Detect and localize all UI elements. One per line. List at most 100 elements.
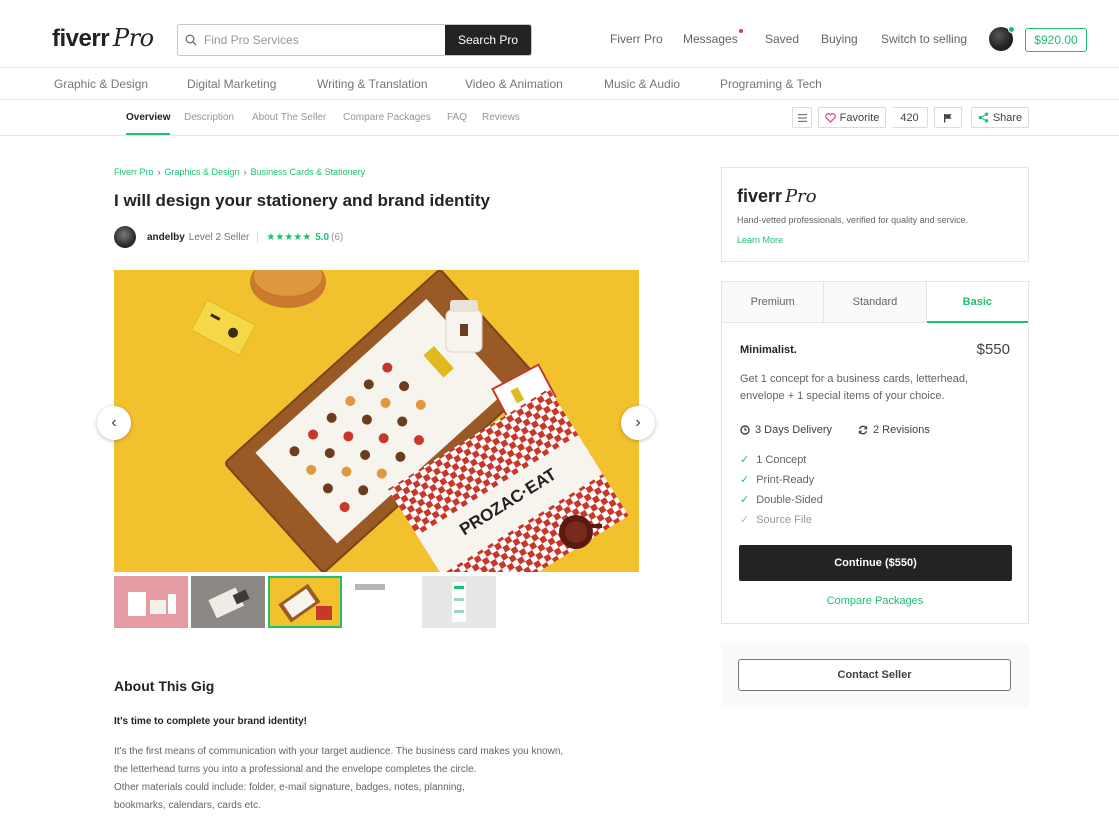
feature-label: Print-Ready [756, 473, 815, 486]
seller-avatar[interactable] [114, 226, 136, 248]
search-bar: Search Pro [177, 24, 532, 56]
pro-card-logo-pro: Pro [785, 186, 817, 207]
tab-about-seller[interactable]: About The Seller [252, 112, 326, 123]
category-graphic-design[interactable]: Graphic & Design [54, 77, 148, 91]
category-video-animation[interactable]: Video & Animation [465, 77, 563, 91]
revisions-count: 2 Revisions [858, 424, 930, 436]
gallery-thumbnail[interactable] [345, 576, 419, 628]
package-panel: Premium Standard Basic Minimalist. $550 … [721, 281, 1029, 624]
tab-compare-packages[interactable]: Compare Packages [343, 112, 431, 123]
gallery-thumbnail[interactable] [191, 576, 265, 628]
category-programming-tech[interactable]: Programing & Tech [720, 77, 822, 91]
favorite-label: Favorite [839, 111, 880, 124]
tab-standard[interactable]: Standard [824, 282, 927, 322]
gallery-thumbnail[interactable] [114, 576, 188, 628]
share-label: Share [992, 111, 1023, 124]
revisions-label: 2 Revisions [873, 424, 930, 436]
nav-switch-to-selling[interactable]: Switch to selling [881, 32, 967, 46]
refresh-icon [858, 425, 868, 435]
contact-seller-button[interactable]: Contact Seller [738, 659, 1011, 691]
check-icon: ✓ [740, 474, 750, 486]
user-avatar[interactable] [989, 26, 1015, 51]
nav-messages[interactable]: Messages [683, 29, 743, 46]
nav-fiverr-pro[interactable]: Fiverr Pro [610, 32, 663, 46]
check-icon: ✓ [740, 494, 750, 506]
report-button[interactable] [934, 107, 962, 128]
tab-faq[interactable]: FAQ [447, 112, 467, 123]
rating-stars: ★★★★★ [266, 231, 312, 243]
gig-title: I will design your stationery and brand … [114, 191, 490, 210]
logo-text: fiverr [52, 25, 110, 52]
chevron-right-icon: › [157, 167, 161, 177]
unread-dot [738, 29, 743, 33]
feature-item: ✓ 1 Concept [740, 453, 807, 467]
share-icon [978, 112, 989, 123]
share-button[interactable]: Share [971, 107, 1029, 128]
gallery-thumbnails [114, 576, 496, 628]
tab-description[interactable]: Description [184, 112, 234, 123]
continue-button[interactable]: Continue ($550) [739, 545, 1012, 581]
about-gig-subtitle: It's time to complete your brand identit… [114, 716, 307, 727]
favorite-button[interactable]: Favorite [818, 107, 886, 128]
fiverr-pro-logo[interactable]: fiverr Pro [52, 24, 154, 53]
balance-badge[interactable]: $920.00 [1025, 28, 1087, 52]
package-description-line: Get 1 concept for a business cards, lett… [740, 373, 969, 385]
flag-icon [944, 113, 952, 122]
logo-pro-text: Pro [113, 24, 154, 52]
nav-messages-label: Messages [683, 32, 738, 46]
compare-packages-link[interactable]: Compare Packages [722, 595, 1028, 607]
gig-gallery-main-image: PROZAC·EAT [114, 270, 639, 572]
stationery-mockup-illustration: PROZAC·EAT [114, 270, 639, 572]
tab-overview[interactable]: Overview [126, 112, 171, 135]
breadcrumb-business-cards[interactable]: Business Cards & Stationery [251, 167, 366, 177]
menu-button[interactable] [792, 107, 812, 128]
description-line: bookmarks, calendars, cards etc. [114, 800, 261, 811]
pro-card-logo-text: fiverr [737, 186, 783, 206]
seller-name[interactable]: andelby [147, 232, 185, 243]
package-name: Minimalist. [740, 344, 797, 356]
feature-label: 1 Concept [756, 453, 807, 466]
chevron-left-icon: ‹ [111, 414, 117, 431]
tab-basic[interactable]: Basic [926, 282, 1029, 323]
category-music-audio[interactable]: Music & Audio [604, 77, 680, 91]
divider [257, 231, 259, 243]
search-icon [178, 25, 204, 55]
feature-item: ✓ Double-Sided [740, 493, 823, 507]
feature-item: ✓ Print-Ready [740, 473, 815, 487]
nav-buying[interactable]: Buying [821, 32, 858, 46]
search-pro-button[interactable]: Search Pro [445, 25, 531, 55]
package-tabs: Premium Standard Basic [722, 282, 1029, 323]
nav-saved[interactable]: Saved [765, 32, 799, 46]
package-description-line: envelope + 1 special items of your choic… [740, 390, 945, 402]
chevron-right-icon: › [243, 167, 247, 177]
gallery-next-button[interactable]: › [621, 406, 655, 440]
check-icon: ✓ [740, 454, 750, 466]
hamburger-icon [797, 113, 807, 122]
search-input[interactable] [204, 25, 445, 55]
description-line: It's the first means of communication wi… [114, 746, 564, 757]
feature-label: Source File [756, 513, 812, 526]
seller-level: Level 2 Seller [188, 231, 250, 243]
description-line: the letterhead turns you into a professi… [114, 764, 477, 775]
gallery-prev-button[interactable]: ‹ [97, 406, 131, 440]
delivery-time: 3 Days Delivery [740, 424, 832, 436]
learn-more-link[interactable]: Learn More [737, 235, 783, 245]
pro-card-description: Hand-vetted professionals, verified for … [737, 215, 969, 225]
tab-premium[interactable]: Premium [722, 282, 825, 322]
clock-icon [740, 425, 750, 435]
contact-seller-panel: Contact Seller [721, 643, 1029, 707]
top-header: fiverr Pro Search Pro Fiverr Pro Message… [0, 0, 1119, 68]
rating-count[interactable]: (6) [331, 232, 343, 243]
online-status-dot [1008, 26, 1015, 33]
feature-item-excluded: ✓ Source File [740, 513, 812, 527]
category-digital-marketing[interactable]: Digital Marketing [187, 77, 276, 91]
description-line: Other materials could include: folder, e… [114, 782, 465, 793]
about-gig-heading: About This Gig [114, 678, 215, 694]
gallery-thumbnail-active[interactable] [268, 576, 342, 628]
tab-reviews[interactable]: Reviews [482, 112, 520, 123]
breadcrumb-graphics-design[interactable]: Graphics & Design [165, 167, 240, 177]
favorite-count: 420 [892, 107, 928, 128]
gallery-thumbnail[interactable] [422, 576, 496, 628]
breadcrumb-fiverr-pro[interactable]: Fiverr Pro [114, 167, 154, 177]
category-writing-translation[interactable]: Writing & Translation [317, 77, 428, 91]
